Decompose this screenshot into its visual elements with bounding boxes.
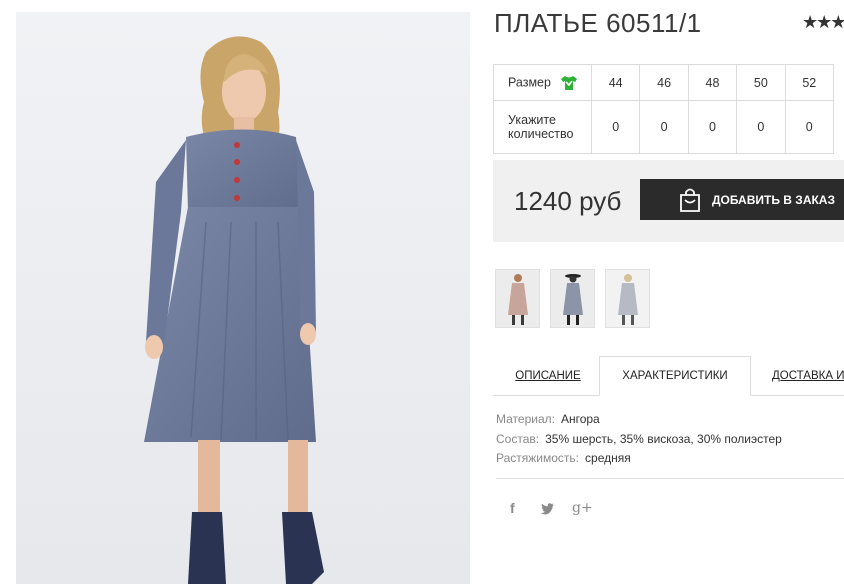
quantity-input-46[interactable]: 0: [639, 100, 689, 154]
thumbnail-2[interactable]: [550, 269, 595, 328]
tab-delivery[interactable]: ДОСТАВКА И О: [764, 356, 844, 396]
tshirt-icon[interactable]: [560, 75, 578, 91]
add-to-order-button[interactable]: ДОБАВИТЬ В ЗАКАЗ: [640, 179, 844, 220]
size-cell-46: 46: [639, 64, 689, 101]
facebook-icon[interactable]: f: [510, 500, 515, 516]
size-header-cell: Размер: [493, 64, 592, 101]
tab-description[interactable]: ОПИСАНИЕ: [493, 356, 603, 396]
size-cell-48: 48: [687, 64, 738, 101]
quantity-input-50[interactable]: 0: [736, 100, 786, 154]
quantity-row: Укажите количество 0 0 0 0 0: [493, 100, 835, 154]
thumbnail-1[interactable]: [495, 269, 540, 328]
spec-stretch: Растяжимость: средняя: [496, 451, 631, 465]
price-value: 1240 руб: [514, 186, 622, 216]
size-row: Размер 44 46 48 50 52: [493, 64, 835, 101]
size-cell-50: 50: [736, 64, 786, 101]
dress-grey-hat-thumbnail: [551, 270, 594, 327]
twitter-icon[interactable]: [540, 502, 554, 518]
add-to-order-label: ДОБАВИТЬ В ЗАКАЗ: [712, 192, 835, 207]
thumbnail-3[interactable]: [605, 269, 650, 328]
product-main-photo[interactable]: [16, 12, 470, 584]
tab-characteristics[interactable]: ХАРАКТЕРИСТИКИ: [599, 356, 751, 396]
quantity-input-52[interactable]: 0: [784, 100, 835, 154]
quantity-label: Укажите количество: [493, 100, 592, 154]
dress-pink-thumbnail: [496, 270, 539, 327]
size-cell-52: 52: [784, 64, 835, 101]
spec-composition: Состав: 35% шерсть, 35% вискоза, 30% поли…: [496, 431, 782, 446]
rating-stars[interactable]: ★★★: [802, 12, 844, 33]
quantity-input-48[interactable]: 0: [687, 100, 738, 154]
size-cell-44: 44: [590, 64, 641, 101]
divider: [496, 478, 844, 479]
price-panel: 1240 руб ДОБАВИТЬ В ЗАКАЗ: [493, 160, 844, 242]
characteristics-list: Материал: Ангора Состав: 35% шерсть, 35% в…: [496, 410, 782, 469]
spec-material: Материал: Ангора: [496, 412, 600, 426]
size-label: Размер: [508, 74, 551, 89]
google-plus-icon[interactable]: g+: [572, 500, 593, 516]
size-quantity-table: Размер 44 46 48 50 52 Укажите количество…: [493, 64, 835, 154]
dress-light-grey-thumbnail: [606, 270, 649, 327]
quantity-input-44[interactable]: 0: [590, 100, 641, 154]
shopping-bag-icon: [680, 188, 700, 212]
product-title: ПЛАТЬЕ 60511/1: [494, 8, 702, 38]
